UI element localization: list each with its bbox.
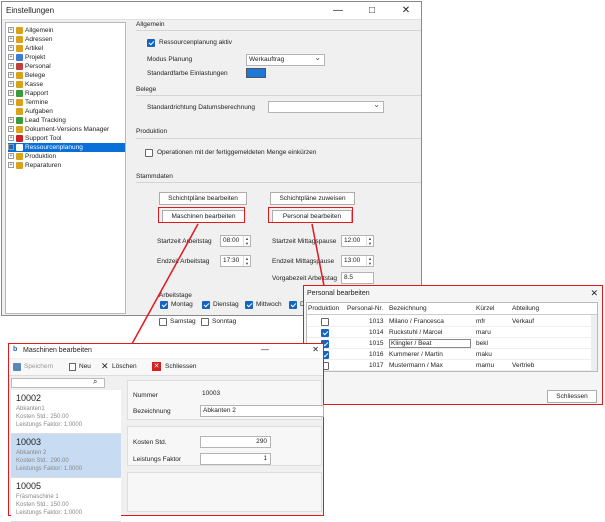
close-icon[interactable]: ✕ (590, 288, 598, 299)
cell-abt: Vertrieb (512, 362, 535, 369)
list-item-name: Abkanten 2 (16, 450, 47, 456)
table-row[interactable] (307, 316, 591, 327)
list-item-number: 10003 (16, 437, 42, 447)
maschinen-toolbar: Speichern Neu ✕ Löschen ✕ Schliessen (9, 359, 323, 376)
search-input[interactable] (11, 378, 105, 388)
list-item-name: Abkanten1 (16, 406, 45, 412)
col-kuerzel[interactable]: Kürzel (476, 305, 494, 312)
col-abteilung[interactable]: Abteilung (512, 305, 539, 312)
list-item-faktor: Leistungs Faktor: 1.0000 (16, 466, 83, 472)
app-icon: b (13, 346, 18, 353)
list-item-number: 10005 (16, 481, 42, 491)
nummer-label: Nummer (133, 392, 158, 399)
cell-abt: Verkauf (512, 318, 535, 325)
maschinen-dialog-title: Maschinen bearbeiten (23, 347, 92, 354)
personal-dialog-title: Personal bearbeiten (307, 290, 370, 297)
list-item-faktor: Leistungs Faktor: 1.0000 (16, 422, 83, 428)
list-item[interactable]: 10002 Abkanten1 Kosten Std.: 250.00 Leistun… (11, 390, 121, 434)
kosten-input[interactable]: 290 (200, 436, 271, 448)
schliessen-toolbar-button[interactable]: Schliessen (165, 363, 196, 370)
header-divider (307, 314, 597, 315)
bezeichnung-label: Bezeichnung (133, 408, 171, 415)
kosten-label: Kosten Std. (133, 439, 167, 446)
loeschen-button[interactable]: Löschen (112, 363, 137, 370)
list-item-kosten: Kosten Std.: 250.00 (16, 414, 69, 420)
cell-name: Milano / Francesca (389, 318, 444, 325)
minimize-icon[interactable]: — (261, 345, 269, 354)
cell-kurz: mfr (476, 318, 486, 325)
save-icon[interactable] (13, 363, 21, 371)
neu-button[interactable]: Neu (79, 363, 91, 370)
maschinen-dialog: b Maschinen bearbeiten — ✕ Speichern Neu… (8, 343, 324, 522)
faktor-label: Leistungs Faktor (133, 456, 182, 463)
cell-name: Mustermann / Max (389, 362, 443, 369)
personal-dialog: Personal bearbeiten ✕ Produktion Persona… (303, 285, 603, 405)
schliessen-button[interactable]: Schliessen (547, 390, 597, 403)
grid-scrollbar[interactable] (591, 315, 597, 371)
maschinen-titlebar: b Maschinen bearbeiten — ✕ (9, 344, 323, 358)
list-item-name: Fräsmaschine 1 (16, 494, 59, 500)
col-produktion[interactable]: Produktion (308, 305, 339, 312)
detail-panel-empty (127, 472, 322, 512)
cell-kurz: maku (476, 351, 492, 358)
col-bezeichnung[interactable]: Bezeichnung (389, 305, 427, 312)
personal-grid: Produktion Personal-Nr. Bezeichnung Kürz… (306, 302, 598, 372)
cell-nr: 1015 (369, 340, 384, 347)
bezeichnung-input[interactable]: Abkanten 2 (200, 405, 324, 417)
close-red-icon[interactable]: ✕ (152, 362, 161, 371)
close-icon[interactable]: ✕ (312, 345, 319, 354)
cell-nr: 1014 (369, 329, 384, 336)
cell-nr: 1013 (369, 318, 384, 325)
list-item-number: 10002 (16, 393, 42, 403)
cell-kurz: maru (476, 329, 491, 336)
list-item-faktor: Leistungs Faktor: 1.0000 (16, 510, 83, 516)
produktion-checkbox[interactable] (321, 318, 329, 326)
table-row[interactable] (307, 327, 591, 338)
cell-kurz: bekl (476, 340, 488, 347)
col-personal-nr[interactable]: Personal-Nr. (347, 305, 383, 312)
table-row[interactable] (307, 349, 591, 360)
search-icon[interactable]: ⌕ (93, 377, 97, 387)
list-item-kosten: Kosten Std.: 150.00 (16, 502, 69, 508)
list-item-kosten: Kosten Std.: 290.00 (16, 458, 69, 464)
cell-name: Klingler / Beat (389, 339, 471, 348)
speichern-button[interactable]: Speichern (24, 363, 53, 370)
nummer-field[interactable]: 10003 (200, 389, 271, 401)
new-icon[interactable] (69, 363, 76, 371)
faktor-input[interactable]: 1 (200, 453, 271, 465)
cell-nr: 1016 (369, 351, 384, 358)
list-item[interactable]: 10005 Fräsmaschine 1 Kosten Std.: 150.00 Le… (11, 478, 121, 522)
cell-kurz: mamu (476, 362, 495, 369)
list-item[interactable]: 10003 Abkanten 2 Kosten Std.: 290.00 Leistu… (11, 434, 121, 478)
produktion-checkbox[interactable] (321, 329, 329, 337)
delete-icon[interactable]: ✕ (101, 361, 109, 372)
table-row[interactable] (307, 360, 591, 371)
cell-name: Ruckstuhl / Marcel (389, 329, 443, 336)
cell-name: Kummerer / Martin (389, 351, 443, 358)
cell-nr: 1017 (369, 362, 384, 369)
